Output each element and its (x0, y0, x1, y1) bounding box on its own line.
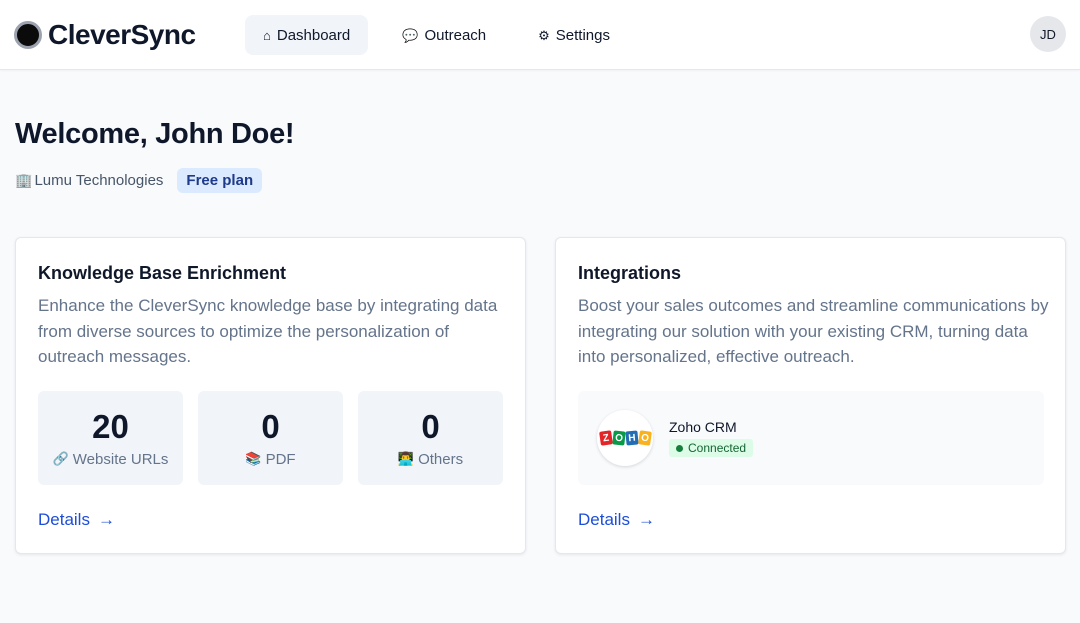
stat-label-text: PDF (265, 450, 296, 468)
books-icon: 📚 (245, 451, 262, 466)
status-badge: Connected (669, 439, 754, 457)
integrations-details-link[interactable]: Details → (578, 510, 655, 530)
status-dot-icon (676, 444, 683, 452)
company-info-row: 🏢 Lumu Technologies Free plan (15, 167, 263, 193)
brand-logo-icon (14, 21, 42, 49)
knowledge-details-link[interactable]: Details → (38, 510, 115, 530)
integration-name: Zoho CRM (669, 419, 737, 435)
nav-item-label: Dashboard (276, 26, 351, 44)
status-text: Connected (688, 441, 747, 455)
top-navigation-bar: CleverSync ⌂ Dashboard 💬 Outreach ⚙ Sett… (0, 0, 1080, 70)
nav-item-outreach[interactable]: 💬 Outreach (384, 15, 504, 55)
details-label: Details (38, 510, 90, 529)
details-label: Details (578, 510, 630, 529)
page-title: Welcome, John Doe! (15, 118, 295, 150)
integrations-card: Integrations Boost your sales outcomes a… (555, 237, 1066, 554)
stat-value: 0 (421, 407, 440, 445)
nav-item-dashboard[interactable]: ⌂ Dashboard (245, 15, 369, 55)
company-name: Lumu Technologies (34, 171, 164, 189)
speech-bubble-icon: 💬 (402, 27, 419, 43)
arrow-right-icon: → (637, 510, 655, 529)
zoho-logo-icon: Z O H O (597, 410, 653, 466)
logo-letter: O (637, 430, 652, 446)
logo-letter: H (624, 430, 639, 446)
plan-badge: Free plan (177, 167, 263, 193)
brand[interactable]: CleverSync (14, 19, 196, 51)
building-icon: 🏢 (15, 171, 33, 188)
home-icon: ⌂ (263, 27, 271, 43)
company-info: 🏢 Lumu Technologies (15, 172, 163, 189)
stat-label: 🔗 Website URLs (53, 451, 169, 468)
stat-website-urls: 20 🔗 Website URLs (38, 391, 183, 485)
card-description: Boost your sales outcomes and streamline… (578, 296, 1049, 366)
brand-name: CleverSync (48, 19, 196, 50)
stat-pdf: 0 📚 PDF (198, 391, 343, 485)
logo-letter: Z (598, 430, 613, 446)
technologist-icon: 👨‍💻 (397, 451, 415, 466)
stat-label: 👨‍💻 Others (398, 451, 463, 468)
knowledge-base-card: Knowledge Base Enrichment Enhance the Cl… (15, 237, 526, 554)
main-nav: ⌂ Dashboard 💬 Outreach ⚙ Settings (245, 15, 628, 55)
stat-label-text: Others (418, 450, 464, 468)
nav-item-settings[interactable]: ⚙ Settings (520, 15, 628, 55)
card-description: Enhance the CleverSync knowledge base by… (38, 296, 498, 366)
stat-value: 0 (261, 407, 280, 445)
link-icon: 🔗 (52, 451, 69, 466)
stat-label: 📚 PDF (245, 451, 295, 468)
nav-item-label: Outreach (424, 26, 487, 44)
logo-letter: O (611, 430, 626, 446)
arrow-right-icon: → (97, 510, 115, 529)
gear-icon: ⚙ (538, 27, 550, 43)
stat-others: 0 👨‍💻 Others (358, 391, 503, 485)
nav-item-label: Settings (555, 26, 610, 44)
stat-label-text: Website URLs (72, 450, 169, 468)
integration-item-zoho[interactable]: Z O H O Zoho CRM Connected (578, 391, 1044, 485)
knowledge-stats: 20 🔗 Website URLs 0 📚 PDF 0 👨‍💻 Others (38, 391, 503, 485)
card-title: Knowledge Base Enrichment (38, 263, 287, 283)
user-avatar[interactable]: JD (1030, 16, 1066, 52)
card-title: Integrations (578, 263, 682, 283)
stat-value: 20 (92, 407, 129, 445)
